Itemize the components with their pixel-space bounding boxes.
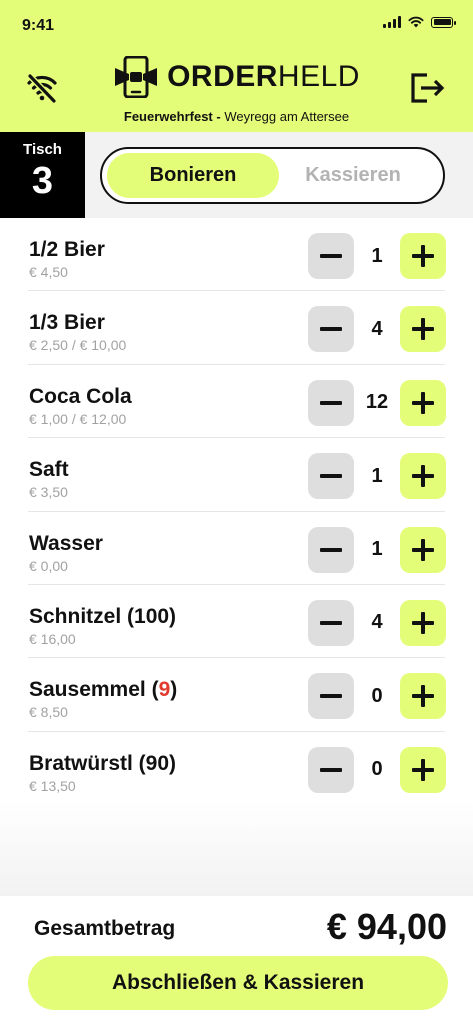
wifi-icon: [408, 16, 424, 28]
plus-icon[interactable]: [400, 379, 446, 426]
item-price: € 0,00: [29, 557, 68, 574]
brand-light: HELD: [277, 60, 360, 93]
list-item: Coca Cola € 1,00 / € 12,00 12: [28, 365, 446, 439]
signal-icon: [383, 16, 401, 28]
minus-icon[interactable]: [308, 526, 354, 573]
table-label: Tisch: [23, 141, 62, 158]
item-name: Sausemmel (9): [29, 678, 177, 702]
item-quantity: 12: [365, 391, 389, 414]
minus-icon[interactable]: [308, 746, 354, 793]
plus-icon[interactable]: [400, 453, 446, 500]
battery-icon: [431, 16, 456, 28]
list-item: Bratwürstl (90) € 13,50 0: [28, 732, 446, 805]
list-item: Saft € 3,50 1: [28, 438, 446, 512]
item-name: 1/2 Bier: [29, 238, 105, 261]
minus-icon[interactable]: [308, 233, 354, 279]
list-item: 1/2 Bier € 4,50 1: [28, 218, 446, 292]
plus-icon[interactable]: [400, 599, 446, 646]
item-price: € 16,00: [29, 630, 76, 647]
item-name: Bratwürstl (90): [29, 751, 177, 775]
plus-icon[interactable]: [400, 306, 446, 353]
minus-icon[interactable]: [308, 673, 354, 720]
event-name: Feuerwehrfest: [123, 109, 213, 124]
minus-icon[interactable]: [308, 453, 354, 500]
table-indicator: Tisch 3: [0, 132, 85, 218]
item-name-prefix: Sausemmel (: [29, 678, 159, 702]
minus-icon[interactable]: [308, 379, 354, 426]
item-quantity: 4: [371, 611, 383, 634]
total-label: Gesamtbetrag: [34, 917, 176, 940]
mode-segmented-control: Bonieren Kassieren: [100, 147, 445, 204]
item-name-highlight: 9: [158, 678, 171, 702]
list-fade: [0, 800, 473, 896]
app-header: 9:41 ORDERHELD Feuerwehrfest - Weyregg a…: [0, 0, 473, 132]
event-separator: -: [212, 109, 225, 124]
brand-wordmark: ORDERHELD: [167, 62, 360, 92]
item-name: Saft: [29, 458, 69, 482]
plus-icon[interactable]: [400, 526, 446, 573]
event-subtitle: Feuerwehrfest - Weyregg am Attersee: [0, 109, 473, 124]
item-price: € 2,50 / € 10,00: [29, 337, 127, 354]
item-quantity: 4: [371, 317, 383, 340]
item-price: € 1,00 / € 12,00: [29, 410, 127, 427]
item-name: Wasser: [29, 531, 103, 555]
logout-icon[interactable]: [406, 66, 450, 110]
status-icons: [383, 16, 456, 28]
item-name: Schnitzel (100): [29, 604, 177, 628]
event-location: Weyregg am Attersee: [224, 109, 350, 124]
item-quantity: 1: [371, 464, 383, 487]
item-quantity: 1: [371, 538, 383, 561]
minus-icon[interactable]: [308, 599, 354, 646]
plus-icon[interactable]: [400, 746, 446, 793]
tab-bonieren[interactable]: Bonieren: [107, 153, 279, 198]
total-value: € 94,00: [326, 906, 447, 947]
tab-kassieren[interactable]: Kassieren: [267, 153, 439, 198]
item-price: € 13,50: [29, 777, 76, 794]
item-quantity: 1: [371, 244, 383, 267]
product-list: 1/2 Bier € 4,50 1 1/3 Bier € 2,50 / € 10…: [0, 218, 473, 805]
bowtie-logo-icon: [115, 56, 158, 98]
item-quantity: 0: [371, 758, 383, 781]
item-price: € 8,50: [29, 704, 68, 721]
list-item: Schnitzel (100) € 16,00 4: [28, 585, 446, 659]
checkout-button[interactable]: Abschließen & Kassieren: [28, 956, 448, 1010]
brand-logo: ORDERHELD: [0, 56, 473, 98]
list-item: 1/3 Bier € 2,50 / € 10,00 4: [28, 291, 446, 365]
item-price: € 3,50: [29, 484, 68, 501]
item-name: 1/3 Bier: [29, 311, 105, 335]
brand-bold: ORDER: [167, 60, 278, 93]
list-item: Wasser € 0,00 1: [28, 512, 446, 585]
minus-icon[interactable]: [308, 306, 354, 353]
plus-icon[interactable]: [400, 673, 446, 720]
item-name-suffix: ): [170, 678, 178, 702]
status-time: 9:41: [22, 17, 55, 34]
list-item: Sausemmel (9) € 8,50 0: [28, 658, 446, 732]
item-price: € 4,50: [29, 264, 68, 280]
table-number: 3: [31, 160, 54, 202]
item-quantity: 0: [371, 684, 383, 707]
item-name: Coca Cola: [29, 384, 132, 408]
plus-icon[interactable]: [400, 233, 446, 279]
